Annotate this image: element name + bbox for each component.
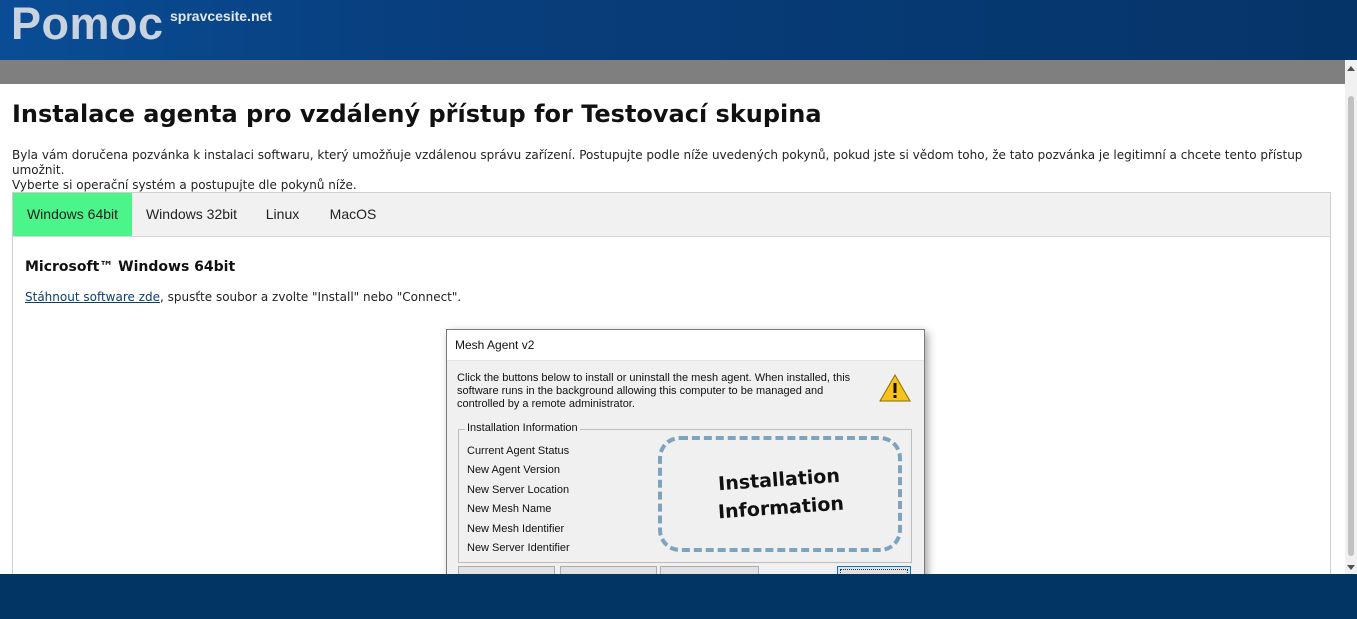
info-row-new-server-location: New Server Location: [467, 484, 570, 496]
installation-info-callout: Installation Information: [658, 436, 902, 552]
page-scrollbar[interactable]: [1345, 60, 1357, 574]
download-instructions: Stáhnout software zde, spusťte soubor a …: [25, 290, 461, 304]
download-instructions-rest: , spusťte soubor a zvolte "Install" nebo…: [160, 290, 462, 304]
dialog-title: Mesh Agent v2: [455, 338, 535, 352]
callout-text: Installation Information: [678, 459, 881, 529]
header-divider-bar: [0, 60, 1345, 84]
info-row-new-mesh-name: New Mesh Name: [467, 503, 552, 515]
intro-text: Byla vám doručena pozvánka k instalaci s…: [12, 148, 1330, 193]
info-row-new-mesh-identifier: New Mesh Identifier: [467, 523, 565, 535]
scroll-up-arrow-icon[interactable]: [1347, 66, 1355, 71]
installation-info-group: Installation Information Current Agent S…: [458, 422, 912, 563]
download-link[interactable]: Stáhnout software zde: [25, 290, 160, 304]
tab-windows-32bit[interactable]: Windows 32bit: [132, 193, 251, 236]
dialog-title-bar: Mesh Agent v2: [447, 330, 924, 361]
os-heading: Microsoft™ Windows 64bit: [25, 259, 236, 275]
page-title: Instalace agenta pro vzdálený přístup fo…: [12, 100, 822, 128]
site-header: Pomoc spravcesite.net: [0, 0, 1357, 60]
page-footer: [0, 574, 1357, 619]
intro-line-1: Byla vám doručena pozvánka k instalaci s…: [12, 148, 1303, 177]
os-tab-bar: Windows 64bit Windows 32bit Linux MacOS: [13, 193, 1330, 237]
info-row-current-agent-status: Current Agent Status: [467, 445, 570, 457]
info-row-new-server-identifier: New Server Identifier: [467, 542, 570, 554]
group-legend: Installation Information: [465, 422, 580, 434]
intro-line-2: Vyberte si operační systém a postupujte …: [12, 178, 357, 192]
tab-windows-64bit[interactable]: Windows 64bit: [13, 193, 132, 236]
site-logo[interactable]: Pomoc: [11, 0, 164, 50]
scroll-thumb[interactable]: [1348, 96, 1354, 556]
tab-linux[interactable]: Linux: [253, 193, 312, 236]
dialog-description: Click the buttons below to install or un…: [457, 372, 851, 410]
scroll-down-arrow-icon[interactable]: [1347, 565, 1355, 570]
mesh-agent-dialog-image: Mesh Agent v2 Click the buttons below to…: [446, 329, 925, 591]
warning-icon: [879, 374, 911, 402]
site-domain: spravcesite.net: [170, 8, 272, 24]
info-row-new-agent-version: New Agent Version: [467, 464, 560, 476]
tab-macos[interactable]: MacOS: [318, 193, 388, 236]
